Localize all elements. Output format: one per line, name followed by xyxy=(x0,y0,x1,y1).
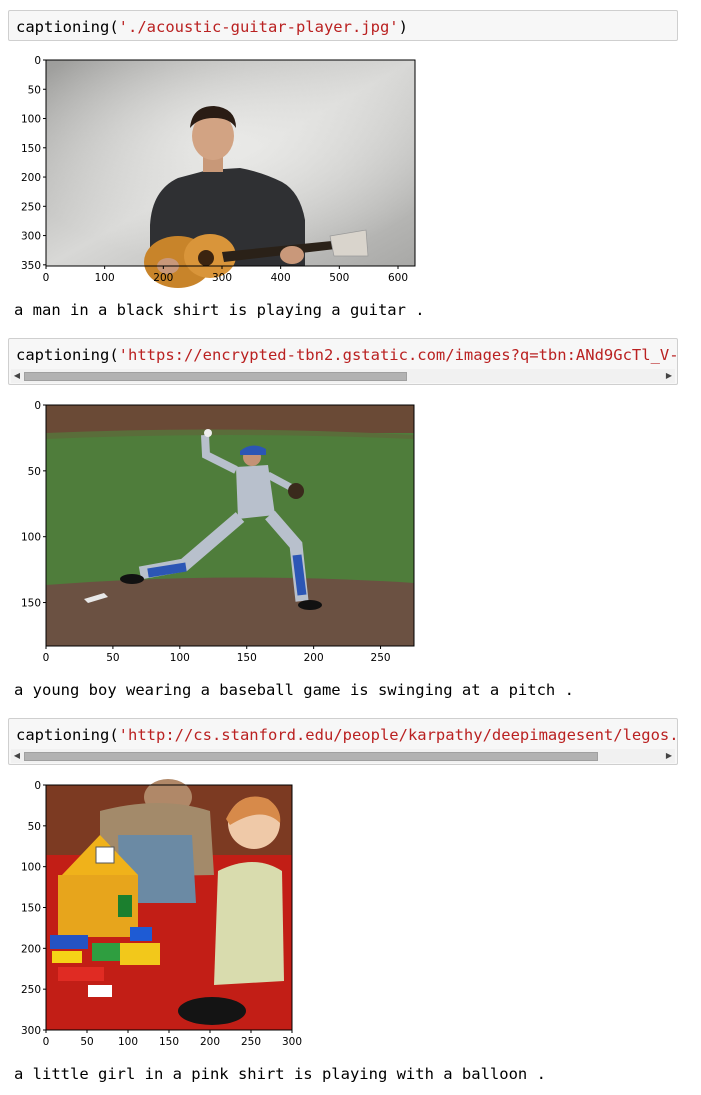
image-plot-2: 0 50 100 150 200 250 0 50 100 150 xyxy=(0,395,430,665)
y-tick-label: 150 xyxy=(21,143,41,155)
function-call: captioning( xyxy=(16,726,119,744)
plot-svg: 0 50 100 150 200 250 0 50 100 150 xyxy=(21,400,415,664)
y-tick-label: 100 xyxy=(21,532,41,544)
x-tick-label: 200 xyxy=(304,652,324,664)
x-tick-label: 300 xyxy=(212,272,232,284)
string-argument: 'http://cs.stanford.edu/people/karpathy/… xyxy=(118,726,678,744)
baseball-photo xyxy=(46,405,414,646)
x-tick-label: 0 xyxy=(43,272,50,284)
guitar-photo xyxy=(46,60,415,288)
x-tick-label: 100 xyxy=(170,652,190,664)
x-tick-label: 100 xyxy=(118,1036,138,1048)
y-tick-label: 100 xyxy=(21,862,41,874)
y-tick-label: 350 xyxy=(21,260,41,272)
code-line[interactable]: captioning('./acoustic-guitar-player.jpg… xyxy=(16,17,408,37)
y-tick-label: 50 xyxy=(28,84,41,96)
y-tick-label: 100 xyxy=(21,114,41,126)
code-line[interactable]: captioning('http://cs.stanford.edu/peopl… xyxy=(16,725,678,745)
plot-svg: 0 100 200 300 400 500 600 0 50 100 150 200 250 300 350 xyxy=(21,55,416,288)
scroll-left-arrow-icon[interactable]: ◀ xyxy=(11,749,23,763)
x-tick-label: 200 xyxy=(153,272,173,284)
scrollbar-thumb[interactable] xyxy=(24,752,599,761)
code-cell-1[interactable]: captioning('./acoustic-guitar-player.jpg… xyxy=(8,10,678,41)
y-tick-label: 50 xyxy=(28,821,41,833)
y-tick-label: 150 xyxy=(21,598,41,610)
image-plot-1: 0 100 200 300 400 500 600 0 50 100 150 200 250 300 350 xyxy=(0,50,430,288)
legos-photo xyxy=(46,779,292,1030)
y-tick-label: 300 xyxy=(21,231,41,243)
x-tick-label: 50 xyxy=(80,1036,93,1048)
function-call: captioning( xyxy=(16,18,119,36)
x-tick-label: 200 xyxy=(200,1036,220,1048)
x-tick-label: 150 xyxy=(237,652,257,664)
closing-paren: ) xyxy=(398,18,408,36)
horizontal-scrollbar[interactable]: ◀ ▶ xyxy=(11,749,675,763)
scrollbar-thumb[interactable] xyxy=(24,372,407,381)
y-tick-label: 0 xyxy=(34,780,41,792)
x-tick-label: 300 xyxy=(282,1036,302,1048)
code-cell-3[interactable]: captioning('http://cs.stanford.edu/peopl… xyxy=(8,718,678,765)
horizontal-scrollbar[interactable]: ◀ ▶ xyxy=(11,369,675,383)
x-tick-label: 150 xyxy=(159,1036,179,1048)
scroll-right-arrow-icon[interactable]: ▶ xyxy=(663,749,675,763)
x-tick-label: 400 xyxy=(271,272,291,284)
y-tick-label: 250 xyxy=(21,984,41,996)
x-tick-label: 250 xyxy=(241,1036,261,1048)
function-call: captioning( xyxy=(16,346,119,364)
x-tick-label: 500 xyxy=(329,272,349,284)
code-cell-2[interactable]: captioning('https://encrypted-tbn2.gstat… xyxy=(8,338,678,385)
y-tick-label: 250 xyxy=(21,201,41,213)
y-tick-label: 200 xyxy=(21,943,41,955)
x-tick-label: 600 xyxy=(388,272,408,284)
image-plot-3: 0 50 100 150 200 250 300 0 50 100 150 200 250 300 xyxy=(0,775,310,1050)
y-tick-label: 0 xyxy=(34,400,41,412)
caption-3: a little girl in a pink shirt is playing… xyxy=(14,1065,546,1083)
caption-1: a man in a black shirt is playing a guit… xyxy=(14,301,425,319)
code-line[interactable]: captioning('https://encrypted-tbn2.gstat… xyxy=(16,345,678,365)
x-tick-label: 100 xyxy=(95,272,115,284)
string-argument: 'https://encrypted-tbn2.gstatic.com/imag… xyxy=(118,346,678,364)
caption-2: a young boy wearing a baseball game is s… xyxy=(14,681,574,699)
x-tick-label: 250 xyxy=(371,652,391,664)
y-tick-label: 200 xyxy=(21,172,41,184)
scrollbar-track[interactable] xyxy=(24,752,662,761)
x-tick-label: 50 xyxy=(106,652,119,664)
y-tick-label: 0 xyxy=(34,55,41,67)
y-tick-label: 150 xyxy=(21,903,41,915)
x-tick-label: 0 xyxy=(43,1036,50,1048)
scroll-right-arrow-icon[interactable]: ▶ xyxy=(663,369,675,383)
x-tick-label: 0 xyxy=(43,652,50,664)
y-tick-label: 300 xyxy=(21,1025,41,1037)
scroll-left-arrow-icon[interactable]: ◀ xyxy=(11,369,23,383)
y-tick-label: 50 xyxy=(28,466,41,478)
string-argument: './acoustic-guitar-player.jpg' xyxy=(118,18,399,36)
plot-svg: 0 50 100 150 200 250 300050100150200250300 xyxy=(21,779,302,1048)
scrollbar-track[interactable] xyxy=(24,372,662,381)
